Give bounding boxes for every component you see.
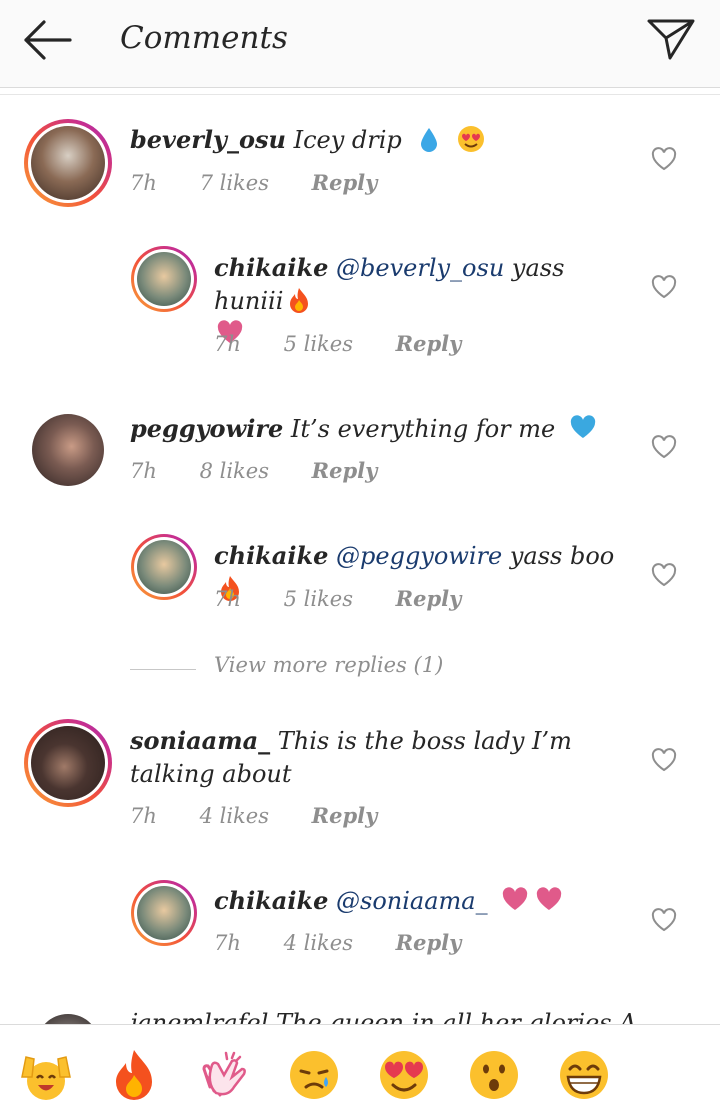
avatar[interactable] (24, 119, 112, 207)
droplet-icon (421, 128, 438, 152)
blue-heart-icon (570, 415, 596, 438)
comment-likes[interactable]: 7 likes (200, 171, 269, 195)
pink-heart-icon (503, 887, 528, 910)
like-heart-icon[interactable] (651, 563, 677, 587)
top-bar: Comments (0, 0, 720, 88)
comment-meta: 7h 5 likes Reply (214, 331, 497, 356)
reply-button[interactable]: Reply (396, 930, 462, 955)
comment-text: peggyowire It’s everything for me (130, 412, 630, 446)
comment-username[interactable]: peggyowire (130, 414, 283, 443)
partial-comment-text: janemlrafel The queen in all her glories… (130, 1009, 637, 1024)
comment-time: 7h (214, 587, 241, 611)
comment-meta: 7h 4 likes Reply (130, 803, 413, 828)
comment-meta: 7h 5 likes Reply (214, 586, 497, 611)
reply-button[interactable]: Reply (312, 458, 378, 483)
crying-face-emoji-icon[interactable] (286, 1047, 342, 1103)
fire-icon (290, 288, 309, 313)
comment-likes[interactable]: 4 likes (200, 804, 269, 828)
comment-username[interactable]: chikaike (214, 253, 328, 282)
comment-time: 7h (130, 171, 157, 195)
comment-time: 7h (130, 459, 157, 483)
like-heart-icon[interactable] (651, 435, 677, 459)
reply-button[interactable]: Reply (312, 803, 378, 828)
comment-text: chikaike @soniaama_ (214, 884, 634, 918)
heart-eyes-emoji-icon[interactable] (376, 1047, 432, 1103)
comment-username[interactable]: soniaama_ (130, 726, 270, 755)
emoji-quick-bar (0, 1024, 720, 1114)
back-arrow-icon[interactable] (22, 18, 74, 62)
avatar[interactable] (131, 534, 197, 600)
comment-meta: 7h 4 likes Reply (214, 930, 497, 955)
comment-username[interactable]: beverly_osu (130, 125, 286, 154)
like-heart-icon[interactable] (651, 908, 677, 932)
comments-list[interactable]: beverly_osu Icey drip 7h 7 likes Reply c… (0, 96, 720, 1024)
comment-meta: 7h 7 likes Reply (130, 170, 413, 195)
mention-link[interactable]: @peggyowire (336, 542, 502, 570)
like-heart-icon[interactable] (651, 748, 677, 772)
mention-link[interactable]: @soniaama_ (336, 887, 488, 915)
avatar[interactable] (131, 246, 197, 312)
like-heart-icon[interactable] (651, 275, 677, 299)
avatar[interactable] (24, 719, 112, 807)
page-title: Comments (120, 20, 288, 56)
divider (130, 669, 196, 670)
avatar[interactable] (131, 880, 197, 946)
comment-username[interactable]: chikaike (214, 886, 328, 915)
view-more-replies-link[interactable]: View more replies (1) (214, 653, 443, 677)
comment-likes[interactable]: 5 likes (284, 332, 353, 356)
comment-time: 7h (214, 931, 241, 955)
reply-button[interactable]: Reply (396, 331, 462, 356)
fire-emoji-icon[interactable] (106, 1047, 162, 1103)
grinning-face-emoji-icon[interactable] (556, 1047, 612, 1103)
comment-likes[interactable]: 8 likes (200, 459, 269, 483)
heart-eyes-emoji-icon (458, 126, 485, 152)
direct-send-icon[interactable] (646, 14, 696, 64)
avatar[interactable] (32, 414, 104, 486)
comment-time: 7h (214, 332, 241, 356)
avatar[interactable] (36, 1014, 100, 1024)
pink-heart-icon (537, 887, 562, 910)
comment-likes[interactable]: 4 likes (284, 931, 353, 955)
reply-button[interactable]: Reply (396, 586, 462, 611)
comment-text: soniaama_ This is the boss lady I’m talk… (130, 726, 572, 788)
divider (0, 94, 720, 95)
surprised-face-emoji-icon[interactable] (466, 1047, 522, 1103)
mention-link[interactable]: @beverly_osu (336, 254, 504, 282)
clapping-hands-emoji-icon[interactable] (196, 1047, 252, 1103)
raising-hands-emoji-icon[interactable] (18, 1047, 74, 1103)
comment-time: 7h (130, 804, 157, 828)
reply-button[interactable]: Reply (312, 170, 378, 195)
comment-likes[interactable]: 5 likes (284, 587, 353, 611)
comment-text: beverly_osu Icey drip (130, 123, 630, 157)
comment-username[interactable]: chikaike (214, 541, 328, 570)
like-heart-icon[interactable] (651, 147, 677, 171)
comment-meta: 7h 8 likes Reply (130, 458, 413, 483)
